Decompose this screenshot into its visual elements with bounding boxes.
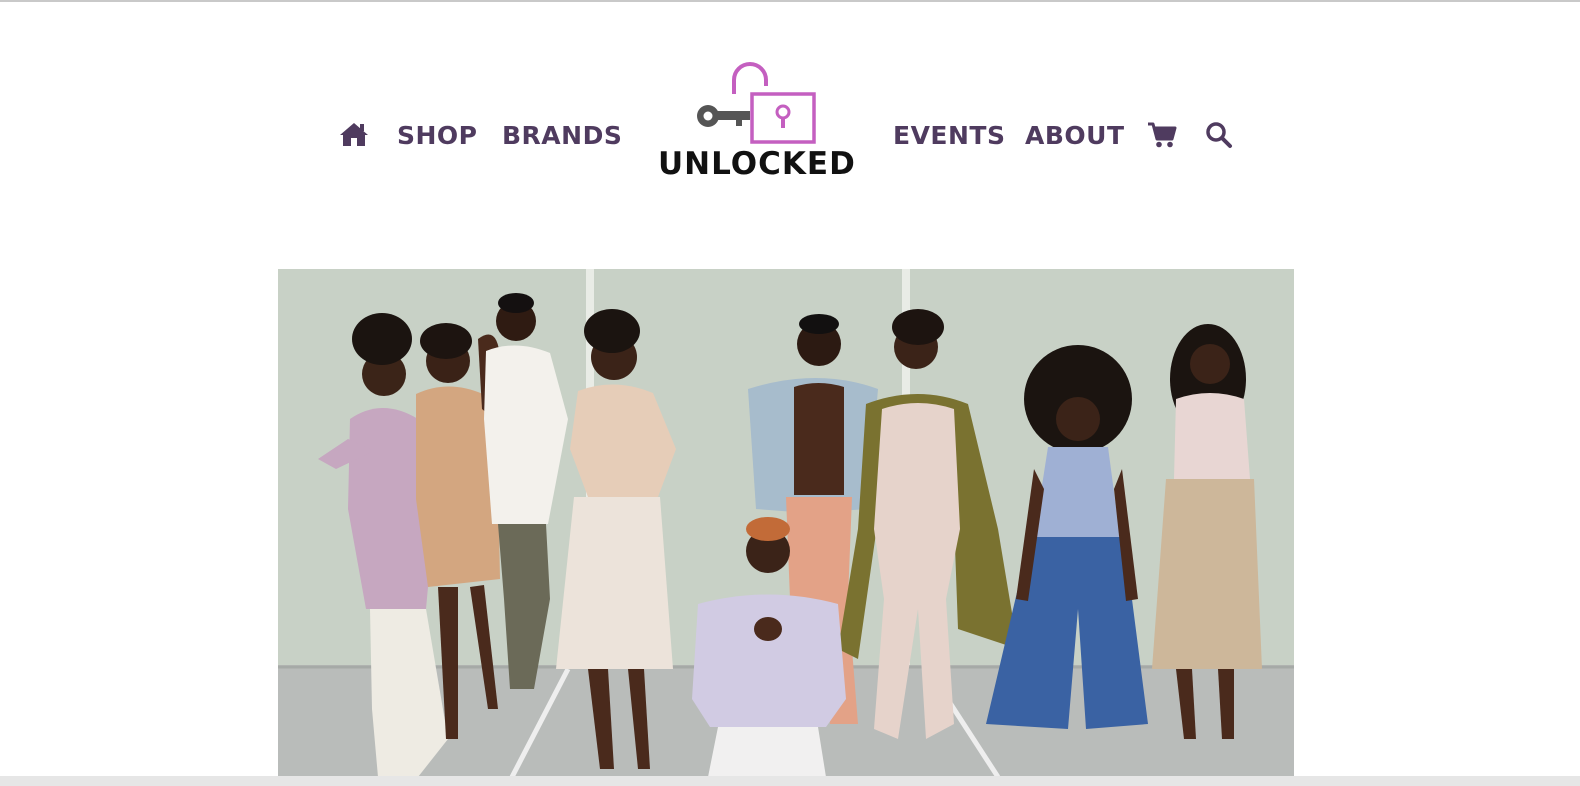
nav-shop[interactable]: SHOP	[397, 118, 478, 152]
cart-icon[interactable]	[1147, 122, 1177, 148]
brand-logo[interactable]: UNLOCKED	[658, 58, 856, 184]
site-header: SHOP BRANDS UNLOCKED EVENTS ABOUT	[0, 0, 1580, 270]
bottom-scroll-edge	[0, 776, 1580, 786]
nav-events[interactable]: EVENTS	[893, 118, 1006, 152]
nav-about[interactable]: ABOUT	[1025, 118, 1125, 152]
key-and-open-padlock-icon	[697, 62, 816, 144]
search-icon[interactable]	[1205, 121, 1233, 149]
home-icon[interactable]	[339, 121, 369, 147]
nav-brands[interactable]: BRANDS	[502, 118, 622, 152]
hero-image	[278, 269, 1294, 777]
brand-name: UNLOCKED	[658, 146, 856, 182]
